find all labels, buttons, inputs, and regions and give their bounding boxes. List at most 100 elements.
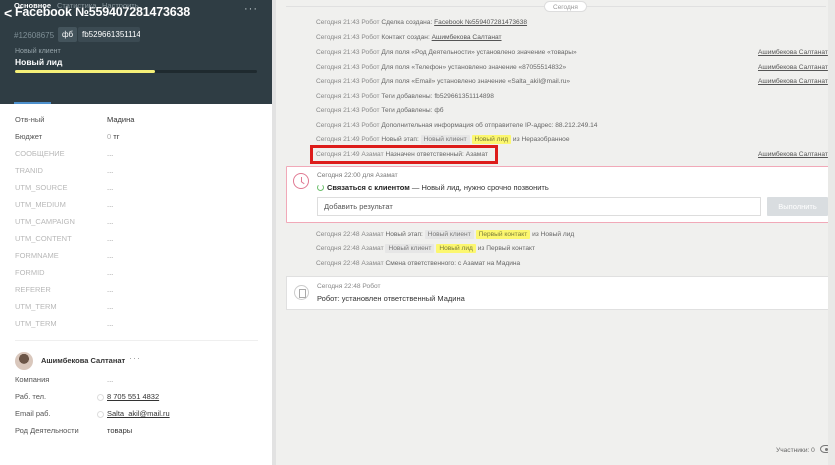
- pipeline-progress-bar[interactable]: [15, 70, 257, 73]
- stage-badge: Первый контакт: [475, 230, 531, 239]
- event-text: из Новый лид: [532, 231, 575, 238]
- feed-event: Сегодня 21:43 Робот Для поля «Email» уст…: [316, 75, 570, 88]
- tab-main[interactable]: Основное: [14, 1, 51, 10]
- field-row-formname[interactable]: FORMNAME ...: [0, 248, 272, 265]
- date-separator: Сегодня: [544, 1, 587, 12]
- more-icon[interactable]: ···: [244, 3, 258, 15]
- feed-event-stage: Сегодня 22:48 Азамат Новый этап: Новый к…: [316, 228, 574, 241]
- event-text: из Первый контакт: [477, 245, 535, 252]
- field-value[interactable]: товары: [107, 426, 132, 435]
- field-value[interactable]: ...: [107, 251, 113, 260]
- field-row-utm-content[interactable]: UTM_CONTENT ...: [0, 231, 272, 248]
- field-value[interactable]: ...: [107, 285, 113, 294]
- field-value[interactable]: ...: [107, 319, 113, 328]
- stage-badge: Новый лид: [436, 244, 476, 253]
- lead-header: < Facebook №559407281473638 ··· #1260867…: [0, 0, 272, 104]
- field-row-responsible[interactable]: Отв-ный Мадина: [0, 112, 272, 129]
- tab-settings[interactable]: Настроить: [102, 1, 139, 10]
- field-value[interactable]: 0 тг: [107, 132, 119, 141]
- field-value[interactable]: ...: [107, 217, 113, 226]
- note-card: Сегодня 22:48 Робот Робот: установлен от…: [286, 276, 832, 310]
- field-row-budget[interactable]: Бюджет 0 тг: [0, 129, 272, 146]
- note-text: Робот: установлен ответственный Мадина: [317, 294, 465, 303]
- feed-event: Сегодня 21:43 Робот Дополнительная инфор…: [316, 119, 597, 132]
- field-value[interactable]: ...: [107, 166, 113, 175]
- pipeline-progress-fill: [15, 70, 156, 73]
- contact-name[interactable]: Ашимбекова Салтанат: [41, 356, 125, 365]
- task-result-input[interactable]: Добавить результат: [317, 197, 761, 216]
- event-meta: Сегодня 22:48 Азамат: [316, 260, 384, 267]
- lead-id: #12608675: [14, 31, 55, 40]
- contact-field-email[interactable]: Email раб. Salta_akil@mail.ru: [0, 406, 272, 423]
- feed-event: Сегодня 21:43 Робот Сделка создана: Face…: [316, 16, 527, 29]
- contact-link[interactable]: Ашимбекова Салтанат: [758, 148, 828, 161]
- event-text: Для поля «Телефон» установлено значение …: [381, 64, 567, 71]
- more-icon[interactable]: ···: [129, 353, 141, 363]
- event-meta: Сегодня 21:43 Робот: [316, 78, 380, 85]
- contact-link[interactable]: Ашимбекова Салтанат: [432, 34, 502, 41]
- field-row-message[interactable]: СООБЩЕНИЕ ...: [0, 146, 272, 163]
- field-label: FORMNAME: [15, 251, 59, 260]
- phone-icon[interactable]: [97, 394, 104, 401]
- event-text: Сделка создана:: [381, 19, 433, 26]
- field-value[interactable]: ...: [107, 268, 113, 277]
- event-meta: Сегодня 21:43 Робот: [316, 93, 380, 100]
- avatar[interactable]: [15, 352, 33, 370]
- field-row-referer[interactable]: REFERER ...: [0, 282, 272, 299]
- feed-event: Сегодня 21:43 Робот Теги добавлены: фб: [316, 104, 443, 117]
- field-label: Бюджет: [15, 132, 43, 141]
- field-value[interactable]: ...: [107, 302, 113, 311]
- tag-badge[interactable]: фб: [58, 27, 78, 42]
- note-meta: Сегодня 22:48 Робот: [317, 283, 381, 290]
- field-row-utm-term[interactable]: UTM_TERM ...: [0, 299, 272, 316]
- event-text: Новый этап:: [381, 136, 419, 143]
- phone-link[interactable]: 8 705 551 4832: [107, 392, 159, 401]
- task-title[interactable]: Связаться с клиентом — Новый лид, нужно …: [317, 183, 549, 192]
- field-value[interactable]: Мадина: [107, 115, 134, 124]
- spinner-icon: [317, 184, 324, 191]
- field-row-tranid[interactable]: TRANID ...: [0, 163, 272, 180]
- contact-link[interactable]: Ашимбекова Салтанат: [758, 75, 828, 88]
- mail-icon[interactable]: [97, 411, 104, 418]
- pipeline-status[interactable]: Новый лид: [15, 57, 62, 67]
- contact-field-company[interactable]: Компания ...: [0, 372, 272, 389]
- field-row-utm-term-2[interactable]: UTM_TERM ...: [0, 316, 272, 333]
- contact-field-phone[interactable]: Раб. тел. 8 705 551 4832: [0, 389, 272, 406]
- field-value[interactable]: ...: [107, 375, 113, 384]
- feed-event: Сегодня 21:43 Робот Контакт создан: Ашим…: [316, 31, 502, 44]
- field-row-formid[interactable]: FORMID ...: [0, 265, 272, 282]
- field-label: UTM_MEDIUM: [15, 200, 66, 209]
- event-meta: Сегодня 21:43 Робот: [316, 19, 380, 26]
- contact-link[interactable]: Ашимбекова Салтанат: [758, 46, 828, 59]
- task-text: — Новый лид, нужно срочно позвонить: [409, 183, 549, 192]
- lead-link[interactable]: Facebook №559407281473638: [434, 19, 527, 26]
- field-value[interactable]: ...: [107, 234, 113, 243]
- field-label: UTM_SOURCE: [15, 183, 68, 192]
- participants-count[interactable]: Участники: 0: [776, 447, 815, 454]
- field-label: UTM_TERM: [15, 302, 57, 311]
- contact-field-activity[interactable]: Род Деятельности товары: [0, 423, 272, 440]
- event-text: Дополнительная информация об отправителе…: [381, 122, 598, 129]
- feed-event-stage: Сегодня 22:48 Азамат Новый клиент Новый …: [316, 242, 535, 255]
- back-chevron-icon[interactable]: <: [4, 5, 12, 21]
- field-row-utm-medium[interactable]: UTM_MEDIUM ...: [0, 197, 272, 214]
- tab-statistics[interactable]: Статистика: [57, 1, 96, 10]
- field-row-utm-source[interactable]: UTM_SOURCE ...: [0, 180, 272, 197]
- field-row-utm-campaign[interactable]: UTM_CAMPAIGN ...: [0, 214, 272, 231]
- event-meta: Сегодня 21:43 Робот: [316, 34, 380, 41]
- feed-scrollbar[interactable]: [828, 0, 835, 465]
- complete-task-button[interactable]: Выполнить: [767, 197, 828, 216]
- clock-icon: [293, 173, 309, 189]
- contact-header[interactable]: Ашимбекова Салтанат ···: [15, 350, 255, 370]
- email-link[interactable]: Salta_akil@mail.ru: [107, 409, 170, 418]
- field-value[interactable]: ...: [107, 200, 113, 209]
- task-type: Связаться с клиентом: [327, 183, 410, 192]
- event-text: Теги добавлены: фб: [381, 107, 444, 114]
- lead-card-panel: < Facebook №559407281473638 ··· #1260867…: [0, 0, 272, 465]
- field-value[interactable]: ...: [107, 183, 113, 192]
- field-label: REFERER: [15, 285, 51, 294]
- tag-badge[interactable]: fb5296613511148: [78, 27, 140, 42]
- contact-link[interactable]: Ашимбекова Салтанат: [758, 61, 828, 74]
- field-value[interactable]: ...: [107, 149, 113, 158]
- field-label: UTM_CONTENT: [15, 234, 72, 243]
